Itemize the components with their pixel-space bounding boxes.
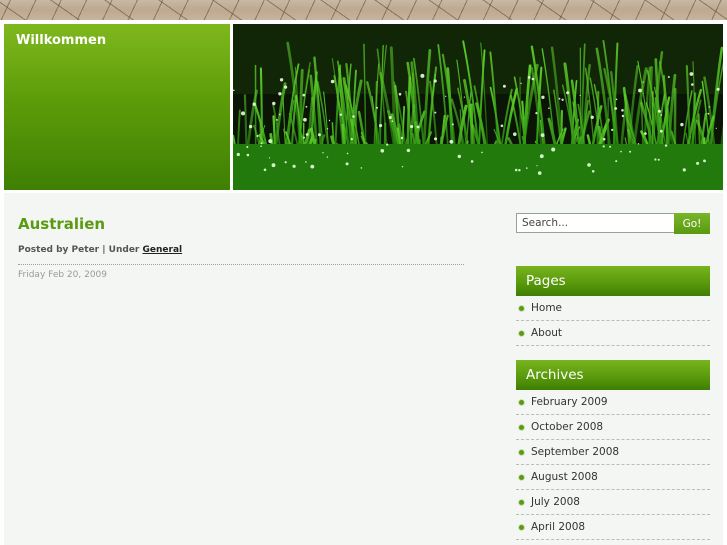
category-link[interactable]: General — [143, 245, 183, 255]
archives-list: February 2009 October 2008 September 200… — [516, 390, 710, 540]
post-divider — [18, 264, 464, 265]
archive-item[interactable]: April 2008 — [516, 515, 710, 540]
site-title-box: Willkommen — [4, 24, 230, 190]
bullet-icon — [519, 400, 524, 405]
cracked-earth-banner — [0, 0, 727, 20]
bullet-icon — [519, 306, 524, 311]
pages-item-about[interactable]: About — [516, 321, 710, 346]
archive-item-label[interactable]: April 2008 — [531, 521, 585, 533]
archive-item-label[interactable]: August 2008 — [531, 471, 598, 483]
archive-item[interactable]: September 2008 — [516, 440, 710, 465]
post-meta: Posted by Peter | Under General — [18, 245, 182, 255]
post-title[interactable]: Australien — [18, 215, 105, 233]
post-date: Friday Feb 20, 2009 — [18, 270, 108, 280]
bullet-icon — [519, 525, 524, 530]
grass-header-image — [233, 24, 723, 190]
archive-item-label[interactable]: July 2008 — [531, 496, 580, 508]
archive-item[interactable]: July 2008 — [516, 490, 710, 515]
search-input[interactable] — [516, 213, 675, 233]
bullet-icon — [519, 500, 524, 505]
archive-item[interactable]: August 2008 — [516, 465, 710, 490]
content-area: Australien Posted by Peter | Under Gener… — [4, 193, 723, 545]
bullet-icon — [519, 475, 524, 480]
pages-list: Home About — [516, 296, 710, 346]
archive-item[interactable]: February 2009 — [516, 390, 710, 415]
bullet-icon — [519, 331, 524, 336]
bullet-icon — [519, 425, 524, 430]
pages-item-label[interactable]: Home — [531, 302, 562, 314]
site-title[interactable]: Willkommen — [16, 33, 106, 48]
bullet-icon — [519, 450, 524, 455]
archive-item[interactable]: October 2008 — [516, 415, 710, 440]
pages-item-home[interactable]: Home — [516, 296, 710, 321]
archive-item-label[interactable]: February 2009 — [531, 396, 608, 408]
archives-heading: Archives — [516, 360, 710, 390]
search-go-button[interactable]: Go! — [674, 213, 710, 234]
pages-heading: Pages — [516, 266, 710, 296]
archive-item-label[interactable]: September 2008 — [531, 446, 619, 458]
archive-item-label[interactable]: October 2008 — [531, 421, 603, 433]
post-meta-author: Posted by Peter | Under — [18, 245, 143, 255]
pages-item-label[interactable]: About — [531, 327, 562, 339]
